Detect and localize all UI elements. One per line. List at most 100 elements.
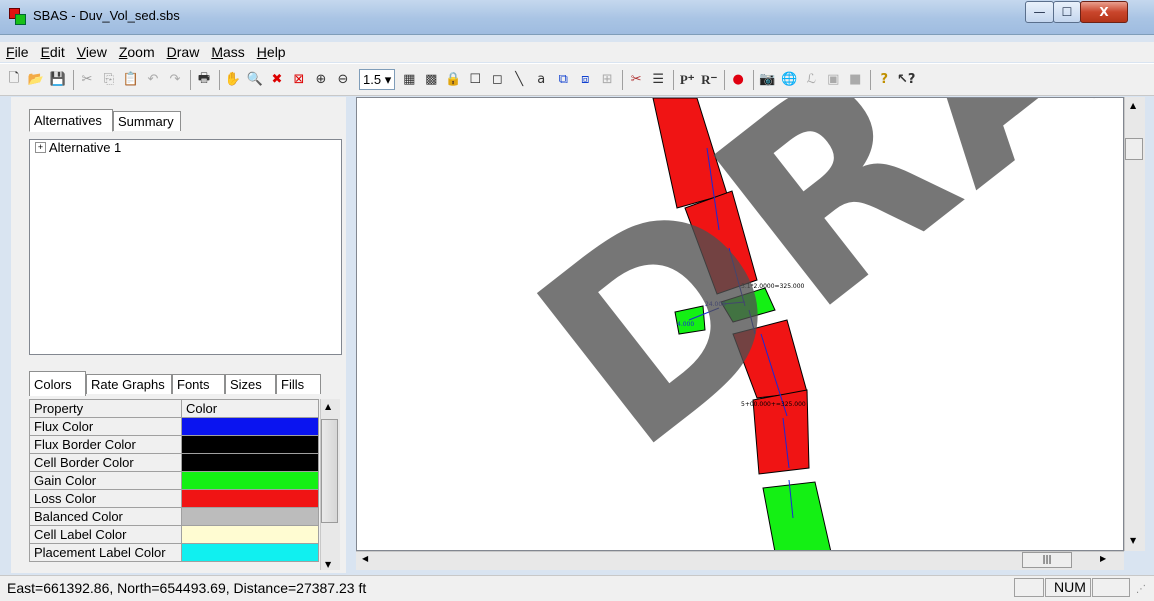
tree-item-alternative-1[interactable]: + Alternative 1	[35, 140, 121, 155]
drawing-canvas[interactable]: 3.1*2.0000=325.000 5+00.000+=325.000 24.…	[356, 97, 1124, 551]
scroll-up-arrow[interactable]: ▲	[325, 402, 331, 411]
table-row[interactable]: Cell Label Color	[29, 525, 319, 544]
grid-snap-icon[interactable]: ▩	[421, 70, 441, 90]
canvas-horizontal-scrollbar[interactable]	[356, 551, 1124, 570]
print-icon[interactable]: 🖶	[194, 70, 214, 90]
color-swatch[interactable]	[181, 525, 319, 544]
paste-icon[interactable]: 📋	[121, 70, 141, 90]
context-help-icon[interactable]: ↖?	[896, 70, 916, 90]
zoom-cancel-icon[interactable]: ✖	[267, 70, 287, 90]
zoom-window-icon[interactable]: ⊠	[289, 70, 309, 90]
title-bar: SBAS - Duv_Vol_sed.sbs — ☐ X	[0, 0, 1154, 35]
color-swatch[interactable]	[181, 453, 319, 472]
grid-icon[interactable]: ▦	[399, 70, 419, 90]
color-swatch[interactable]	[181, 489, 319, 508]
table-row[interactable]: Flux Border Color	[29, 435, 319, 454]
toolbar-separator	[73, 69, 74, 90]
gain-cell[interactable]	[762, 481, 832, 551]
table-row[interactable]: Cell Border Color	[29, 453, 319, 472]
color-swatch[interactable]	[181, 471, 319, 490]
scroll-down-arrow[interactable]: ▼	[1130, 536, 1136, 545]
cell-split-icon[interactable]: ⧈	[575, 70, 595, 90]
table-row[interactable]: Loss Color	[29, 489, 319, 508]
header-property[interactable]: Property	[29, 399, 182, 418]
expand-icon[interactable]: +	[35, 142, 46, 153]
tab-sizes[interactable]: Sizes	[225, 374, 276, 394]
text-tool-icon[interactable]: a	[531, 70, 551, 90]
resize-grip-icon[interactable]: ⋰	[1136, 584, 1146, 595]
window-icon[interactable]: ▣	[823, 70, 843, 90]
cell-merge-icon[interactable]: ⊞	[597, 70, 617, 90]
list-icon[interactable]: ☰	[648, 70, 668, 90]
color-swatch[interactable]	[181, 507, 319, 526]
menu-edit[interactable]: Edit	[35, 44, 71, 60]
menu-file[interactable]: File	[0, 44, 35, 60]
scroll-down-arrow[interactable]: ▼	[325, 560, 331, 569]
record-icon[interactable]: ●	[728, 70, 748, 90]
toolbar-separator	[673, 69, 675, 90]
color-swatch[interactable]	[181, 435, 319, 454]
formula-icon[interactable]: ℒ	[801, 70, 821, 90]
menu-draw[interactable]: Draw	[161, 44, 206, 60]
line-icon[interactable]: ╲	[509, 70, 529, 90]
canvas-vertical-thumb[interactable]	[1125, 138, 1143, 160]
loss-cell[interactable]	[732, 319, 808, 399]
menu-view[interactable]: View	[71, 44, 113, 60]
toolbar-separator	[753, 69, 755, 90]
menu-zoom[interactable]: Zoom	[113, 44, 161, 60]
table-header-row: Property Color	[29, 399, 319, 418]
table-row[interactable]: Flux Color	[29, 417, 319, 436]
zoom-out-icon[interactable]: ⊖	[333, 70, 353, 90]
color-swatch[interactable]	[181, 543, 319, 562]
zoom-level-select[interactable]: 1.5 ▾	[359, 69, 396, 90]
globe-icon[interactable]: 🌐	[779, 70, 799, 90]
undo-icon[interactable]: ↶	[143, 70, 163, 90]
cell-link-icon[interactable]: ⧉	[553, 70, 573, 90]
menu-mass[interactable]: Mass	[205, 44, 250, 60]
tab-colors[interactable]: Colors	[29, 371, 86, 396]
copy-icon[interactable]: ⎘	[99, 70, 119, 90]
tab-alternatives[interactable]: Alternatives	[29, 109, 113, 132]
loss-cell[interactable]	[652, 98, 728, 209]
open-folder-icon[interactable]: 📂	[26, 70, 46, 90]
header-color[interactable]: Color	[181, 399, 319, 418]
status-coordinates: East=661392.86, North=654493.69, Distanc…	[7, 580, 367, 596]
tab-fonts[interactable]: Fonts	[172, 374, 225, 394]
new-file-icon[interactable]: 🗋	[4, 70, 24, 90]
save-icon[interactable]: 💾	[48, 70, 68, 90]
tab-summary[interactable]: Summary	[113, 111, 181, 131]
table-row[interactable]: Gain Color	[29, 471, 319, 490]
close-button[interactable]: X	[1080, 1, 1128, 23]
minimize-button[interactable]: —	[1025, 1, 1054, 23]
scroll-left-arrow[interactable]: ◀	[362, 554, 368, 563]
canvas-horizontal-thumb[interactable]: |||	[1022, 552, 1072, 568]
tools-icon[interactable]: ✂	[626, 70, 646, 90]
table-row[interactable]: Balanced Color	[29, 507, 319, 526]
canvas-vertical-scrollbar[interactable]	[1124, 97, 1145, 551]
table-row[interactable]: Placement Label Color	[29, 543, 319, 562]
scroll-right-arrow[interactable]: ▶	[1100, 554, 1106, 563]
p-plus-button[interactable]: P⁺	[677, 70, 697, 90]
polygon-icon[interactable]: ◻	[487, 70, 507, 90]
scroll-up-arrow[interactable]: ▲	[1130, 101, 1136, 110]
redo-icon[interactable]: ↷	[165, 70, 185, 90]
color-swatch[interactable]	[181, 417, 319, 436]
zoom-level-value: 1.5	[363, 72, 382, 87]
loss-cell[interactable]	[684, 190, 758, 295]
maximize-button[interactable]: ☐	[1053, 1, 1081, 23]
lock-icon[interactable]: 🔒	[443, 70, 463, 90]
menu-help[interactable]: Help	[251, 44, 292, 60]
zoom-icon[interactable]: 🔍	[245, 70, 265, 90]
tab-fills[interactable]: Fills	[276, 374, 321, 394]
gain-cell[interactable]	[720, 287, 776, 323]
r-minus-button[interactable]: R⁻	[699, 70, 719, 90]
properties-scroll-thumb[interactable]	[321, 419, 338, 523]
help-icon[interactable]: ?	[874, 70, 894, 90]
zoom-in-icon[interactable]: ⊕	[311, 70, 331, 90]
tab-rate-graphs[interactable]: Rate Graphs	[86, 374, 172, 394]
toggle-icon[interactable]: ■	[845, 70, 865, 90]
cut-icon[interactable]: ✂	[77, 70, 97, 90]
camera-icon[interactable]: 📷	[757, 70, 777, 90]
rectangle-icon[interactable]: ☐	[465, 70, 485, 90]
pan-hand-icon[interactable]: ✋	[223, 70, 243, 90]
